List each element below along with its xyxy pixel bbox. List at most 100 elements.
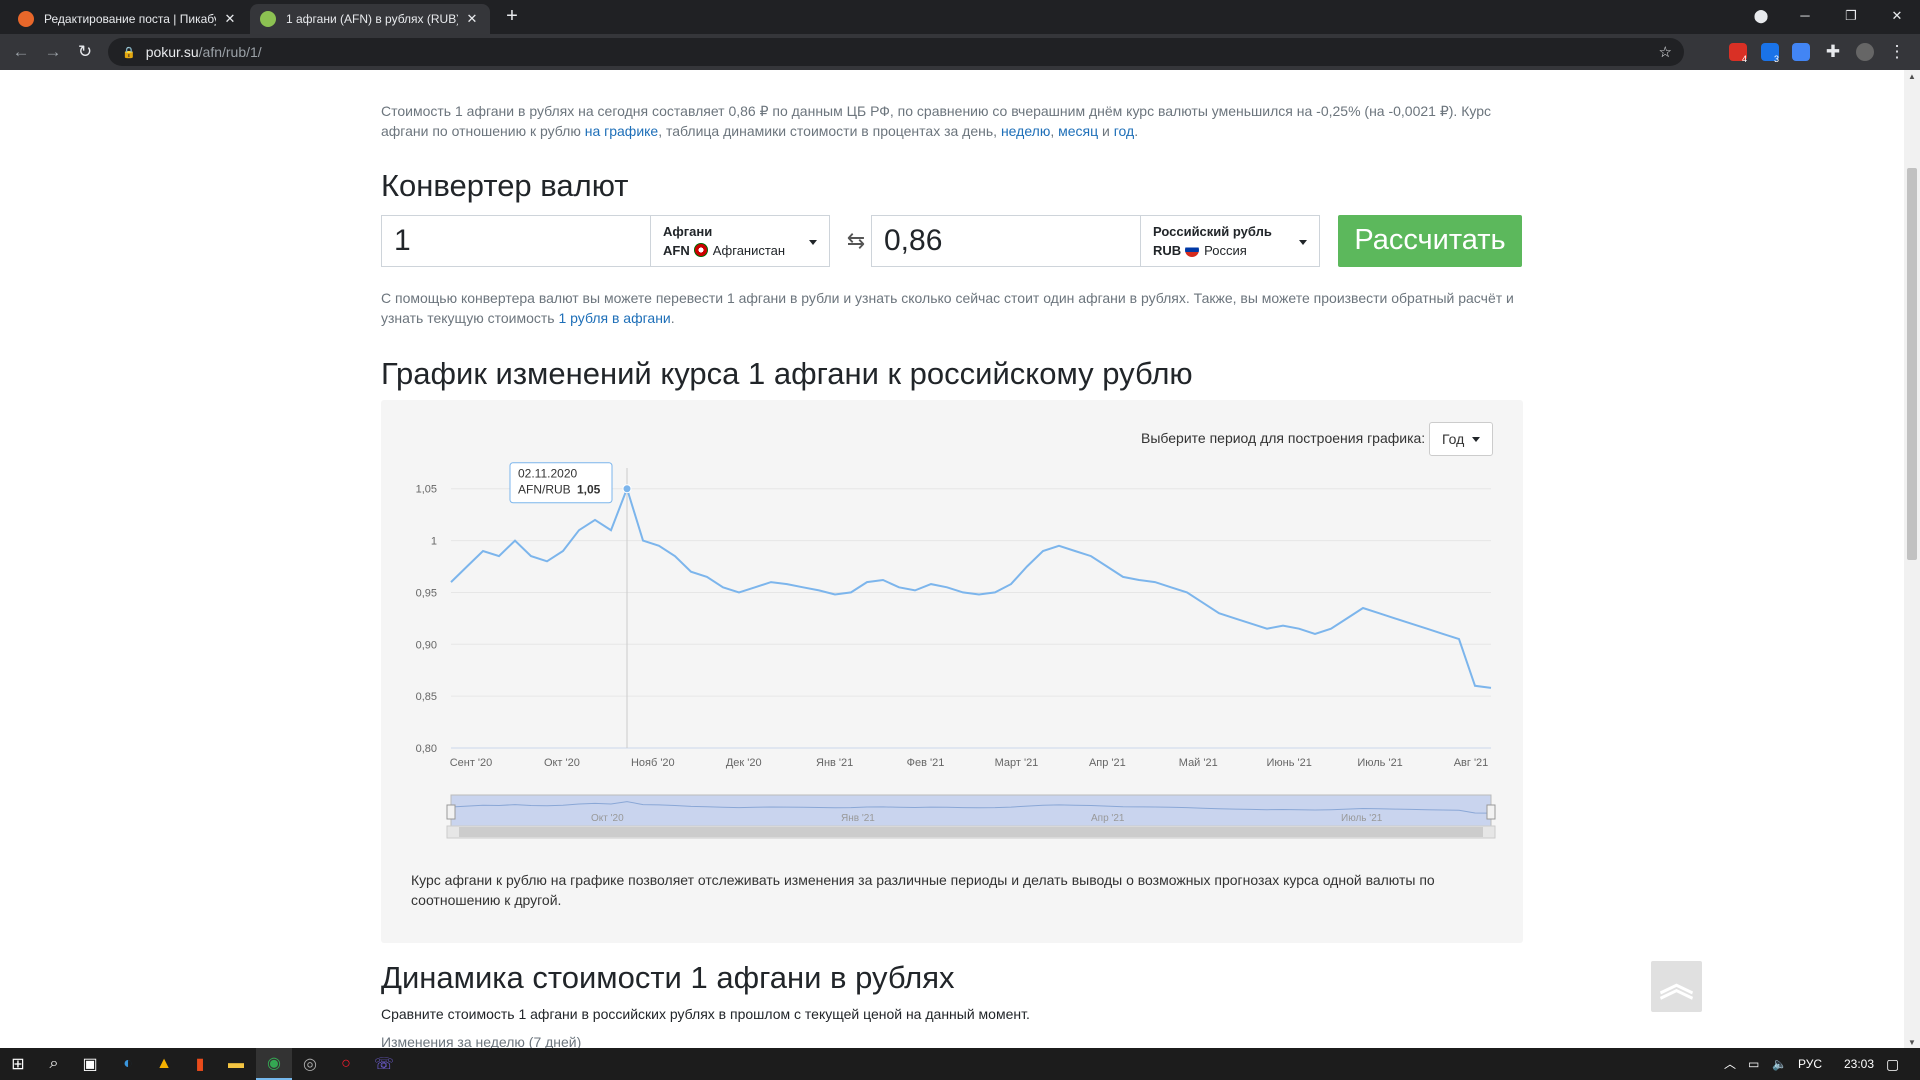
office-icon[interactable]: ▮ bbox=[182, 1048, 218, 1080]
reverse-rate-link[interactable]: 1 рубля в афгани bbox=[558, 310, 670, 326]
note-end: . bbox=[670, 310, 675, 326]
currency-from-country: Афганистан bbox=[712, 243, 786, 258]
reload-icon[interactable]: ↻ bbox=[72, 39, 98, 65]
chevron-down-icon bbox=[809, 240, 817, 245]
taskbar: ⊞ ⌕ ▣ ◐ ▲ ▮ ▬ ◉ ◎ ○ ☏ ︿ ▭ 🔈 РУС 23:03 ▢ bbox=[0, 1048, 1920, 1080]
y-tick-label: 1,05 bbox=[416, 484, 437, 496]
search-icon[interactable]: ⌕ bbox=[36, 1048, 72, 1080]
main-content: Стоимость 1 афгани в рублях на сегодня с… bbox=[381, 70, 1523, 1054]
file-explorer-icon[interactable]: ▬ bbox=[218, 1048, 254, 1080]
amount-from-input[interactable]: 1 bbox=[381, 215, 651, 267]
russia-flag-icon bbox=[1185, 243, 1200, 257]
windows-start-icon[interactable]: ⊞ bbox=[0, 1048, 36, 1080]
avatar[interactable] bbox=[1856, 43, 1874, 61]
y-tick-label: 0,90 bbox=[416, 639, 437, 651]
chart-panel: Выберите период для построения графика: … bbox=[381, 400, 1523, 943]
rate-chart[interactable]: 1,05 1 0,95 0,90 0,85 0,80 Сент '20 Окт '20 Нояб… bbox=[381, 450, 1523, 850]
bookmark-star-icon[interactable]: ☆ bbox=[1659, 43, 1672, 61]
navigator-label: Окт '20 bbox=[591, 813, 624, 824]
tab-title: Редактирование поста | Пикабу bbox=[44, 12, 216, 26]
period-value: Год bbox=[1442, 431, 1465, 447]
afghanistan-flag-icon bbox=[693, 243, 708, 257]
scrollbar-thumb[interactable] bbox=[1907, 168, 1917, 560]
task-view-icon[interactable]: ▣ bbox=[72, 1048, 108, 1080]
period-label: Выберите период для построения графика: bbox=[1141, 430, 1426, 446]
tab-pokur[interactable]: 1 афгани (AFN) в рублях (RUB) н ✕ bbox=[250, 4, 490, 34]
x-tick-label: Дек '20 bbox=[726, 757, 762, 769]
opera-icon[interactable]: ○ bbox=[328, 1048, 364, 1080]
warning-app-icon[interactable]: ▲ bbox=[146, 1048, 182, 1080]
year-link[interactable]: год bbox=[1114, 123, 1134, 139]
media-app-icon[interactable]: ◎ bbox=[292, 1048, 328, 1080]
extension-translate-icon[interactable] bbox=[1792, 43, 1810, 61]
tray-chevron-up-icon[interactable]: ︿ bbox=[1724, 1048, 1736, 1080]
tab-title: 1 афгани (AFN) в рублях (RUB) н bbox=[286, 12, 458, 26]
dynamics-title: Динамика стоимости 1 афгани в рублях bbox=[381, 960, 955, 995]
scroll-top-button[interactable]: ︽ bbox=[1651, 961, 1702, 1012]
chrome-icon[interactable]: ◉ bbox=[256, 1048, 292, 1080]
close-icon[interactable]: ✕ bbox=[222, 11, 238, 27]
network-icon[interactable]: ▭ bbox=[1748, 1048, 1759, 1080]
pikabu-favicon-icon bbox=[18, 11, 34, 27]
currency-from-name: Афгани bbox=[663, 224, 713, 239]
calculate-button[interactable]: Рассчитать bbox=[1338, 215, 1522, 267]
intro-part: , таблица динамики стоимости в процентах… bbox=[658, 123, 1001, 139]
url-host: pokur.su bbox=[145, 44, 199, 60]
x-tick-label: Янв '21 bbox=[816, 757, 853, 769]
page-viewport: Стоимость 1 афгани в рублях на сегодня с… bbox=[0, 70, 1904, 1054]
language-indicator[interactable]: РУС bbox=[1798, 1048, 1822, 1080]
navigator-handle-left bbox=[446, 804, 456, 820]
clock[interactable]: 23:03 bbox=[1844, 1048, 1874, 1080]
window-close-icon[interactable]: ✕ bbox=[1874, 0, 1920, 34]
y-tick-label: 0,85 bbox=[416, 691, 437, 703]
intro-text: Стоимость 1 афгани в рублях на сегодня с… bbox=[381, 101, 1523, 141]
tab-pikabu[interactable]: Редактирование поста | Пикабу ✕ bbox=[8, 4, 248, 34]
scroll-up-icon[interactable]: ▲ bbox=[1904, 70, 1920, 84]
close-icon[interactable]: ✕ bbox=[464, 11, 480, 27]
notifications-icon[interactable]: ▢ bbox=[1886, 1048, 1899, 1080]
note-part: С помощью конвертера валют вы можете пер… bbox=[381, 290, 1514, 326]
x-tick-label: Сент '20 bbox=[450, 757, 493, 769]
extensions-puzzle-icon[interactable]: ✚ bbox=[1820, 39, 1846, 65]
tooltip-pair: AFN/RUB bbox=[518, 483, 571, 497]
converter-note: С помощью конвертера валют вы можете пер… bbox=[381, 288, 1523, 328]
navigator-label: Июль '21 bbox=[1341, 813, 1383, 824]
navigator-label: Апр '21 bbox=[1091, 813, 1125, 824]
y-tick-label: 1 bbox=[431, 536, 437, 548]
week-link[interactable]: неделю bbox=[1001, 123, 1050, 139]
x-tick-label: Нояб '20 bbox=[631, 757, 675, 769]
currency-to-select[interactable]: Российский рубль RUB Россия bbox=[1140, 215, 1320, 267]
tooltip-value: 1,05 bbox=[577, 483, 601, 497]
forward-icon[interactable]: → bbox=[40, 39, 66, 65]
chevron-down-icon bbox=[1299, 240, 1307, 245]
volume-icon[interactable]: 🔈 bbox=[1772, 1048, 1787, 1080]
browser-toolbar: ← → ↻ 🔒 pokur.su /afn/rub/1/ ☆ 4 3 ✚ ⋮ bbox=[0, 34, 1920, 70]
back-icon[interactable]: ← bbox=[8, 39, 34, 65]
currency-to-name: Российский рубль bbox=[1153, 224, 1272, 239]
pokur-favicon-icon bbox=[260, 11, 276, 27]
currency-from-select[interactable]: Афгани AFN Афганистан bbox=[650, 215, 830, 267]
extension-badge: 4 bbox=[1742, 54, 1748, 64]
profile-menu-icon[interactable]: ⬤ bbox=[1738, 0, 1784, 34]
chart-description: Курс афгани к рублю на графике позволяет… bbox=[411, 872, 1435, 908]
currency-to-code: RUB bbox=[1153, 243, 1182, 258]
converter-title: Конвертер валют bbox=[381, 168, 629, 203]
minimize-icon[interactable]: ─ bbox=[1782, 0, 1828, 34]
x-tick-label: Май '21 bbox=[1179, 757, 1218, 769]
month-link[interactable]: месяц bbox=[1058, 123, 1098, 139]
edge-icon[interactable]: ◐ bbox=[110, 1048, 146, 1080]
navigator-label: Янв '21 bbox=[841, 813, 875, 824]
x-tick-label: Июль '21 bbox=[1357, 757, 1402, 769]
kebab-menu-icon[interactable]: ⋮ bbox=[1884, 39, 1910, 65]
viber-icon[interactable]: ☏ bbox=[366, 1048, 402, 1080]
extension-badge: 3 bbox=[1774, 54, 1780, 64]
maximize-icon[interactable]: ❐ bbox=[1828, 0, 1874, 34]
address-bar[interactable]: 🔒 pokur.su /afn/rub/1/ ☆ bbox=[108, 38, 1684, 66]
intro-sep: и bbox=[1098, 123, 1114, 139]
swap-icon[interactable]: ⇆ bbox=[836, 228, 876, 254]
currency-from-code: AFN bbox=[663, 243, 690, 258]
new-tab-button[interactable]: + bbox=[500, 5, 524, 29]
chart-link[interactable]: на графике bbox=[585, 123, 659, 139]
x-tick-label: Апр '21 bbox=[1089, 757, 1126, 769]
amount-to-input[interactable]: 0,86 bbox=[871, 215, 1141, 267]
